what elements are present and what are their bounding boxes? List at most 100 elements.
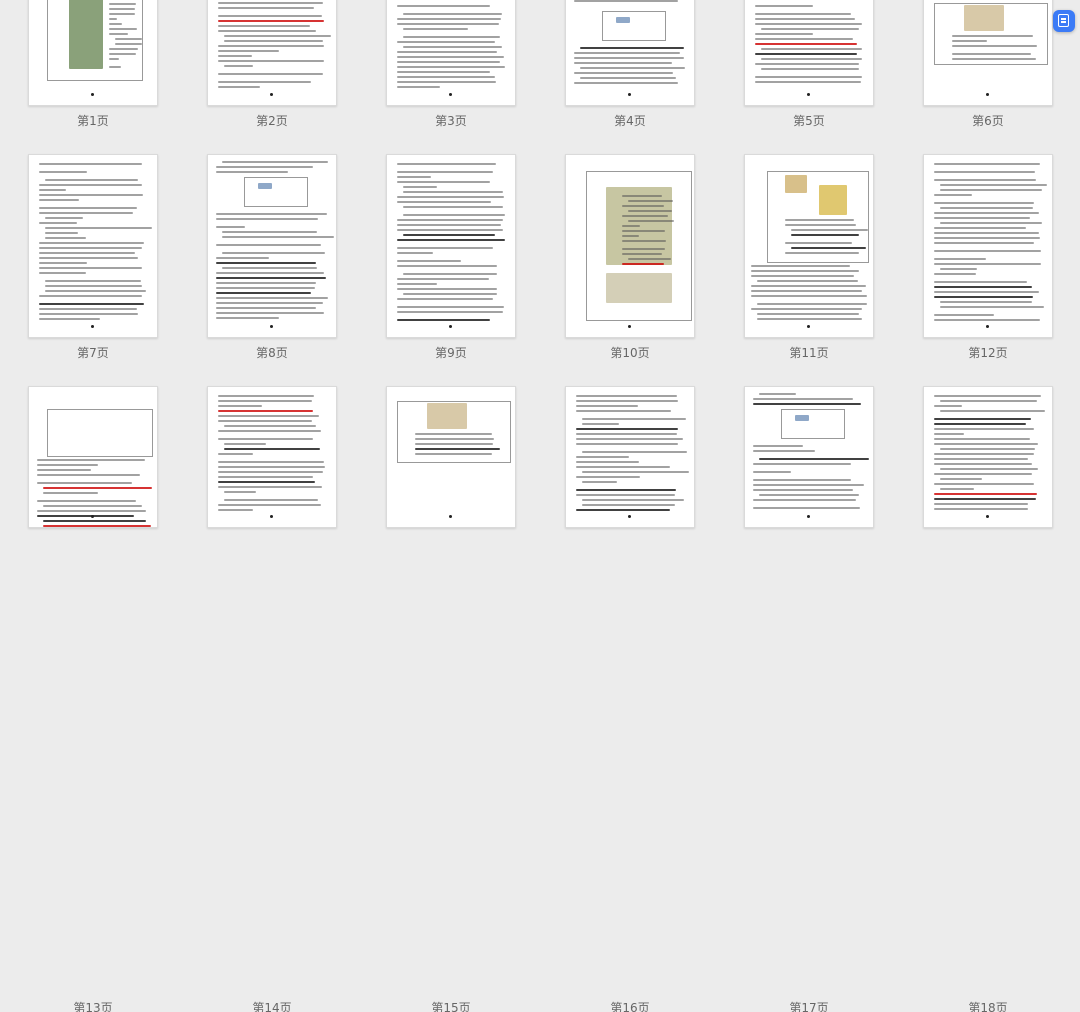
- text-line: [759, 393, 796, 395]
- page-preview[interactable]: [28, 386, 158, 528]
- text-line: [934, 428, 1035, 430]
- text-line: [761, 68, 860, 70]
- text-line: [45, 232, 79, 234]
- text-line: [39, 207, 137, 209]
- page-number-dot: [91, 93, 94, 96]
- text-line: [397, 283, 438, 285]
- text-line: [415, 448, 500, 450]
- text-line: [222, 236, 334, 238]
- page-number-dot: [807, 325, 810, 328]
- floating-tool-button[interactable]: [1053, 10, 1075, 32]
- page-preview[interactable]: [386, 154, 516, 338]
- text-line: [576, 509, 671, 511]
- text-line: [397, 23, 500, 25]
- diagram-arrow: [616, 17, 630, 23]
- page-preview[interactable]: [565, 0, 695, 106]
- text-line: [785, 219, 855, 221]
- page-label: 第8页: [256, 346, 288, 360]
- text-line: [580, 47, 684, 49]
- text-line: [218, 420, 312, 422]
- page-preview[interactable]: [923, 386, 1053, 528]
- text-line: [940, 222, 1042, 224]
- text-line: [753, 445, 803, 447]
- page-preview[interactable]: [207, 386, 337, 528]
- text-line: [216, 226, 245, 228]
- text-line: [397, 288, 498, 290]
- text-line: [576, 400, 679, 402]
- page-label: 第14页: [252, 1001, 292, 1012]
- text-line: [934, 286, 1032, 288]
- text-line: [622, 215, 668, 217]
- text-line: [45, 227, 153, 229]
- page-preview[interactable]: [923, 0, 1053, 106]
- text-line: [37, 515, 134, 517]
- text-line: [952, 35, 1034, 37]
- text-line: [934, 227, 1027, 229]
- page-preview[interactable]: [28, 154, 158, 338]
- text-line: [37, 500, 137, 502]
- text-line: [791, 234, 860, 236]
- page-preview[interactable]: [923, 154, 1053, 338]
- text-line: [574, 72, 674, 74]
- text-line: [940, 207, 1033, 209]
- text-line: [576, 395, 677, 397]
- page-preview[interactable]: [207, 0, 337, 106]
- page-preview[interactable]: [565, 386, 695, 528]
- text-line: [218, 86, 261, 88]
- text-line: [934, 418, 1032, 420]
- text-line: [576, 461, 639, 463]
- text-line: [218, 15, 323, 17]
- text-line: [115, 43, 143, 45]
- text-line: [934, 237, 1041, 239]
- text-line: [952, 45, 1037, 47]
- page-label: 第10页: [610, 346, 650, 360]
- text-line: [934, 217, 1030, 219]
- text-line: [934, 202, 1034, 204]
- text-line: [934, 212, 1040, 214]
- text-line: [216, 287, 316, 289]
- text-line: [576, 410, 671, 412]
- text-line: [109, 18, 118, 20]
- text-line: [222, 231, 318, 233]
- text-line: [415, 433, 492, 435]
- text-line: [753, 398, 853, 400]
- page-preview[interactable]: [386, 386, 516, 528]
- page-label: 第1页: [77, 114, 109, 128]
- text-line: [222, 161, 328, 163]
- text-line: [934, 171, 1035, 173]
- text-line: [628, 220, 674, 222]
- text-line: [109, 3, 137, 5]
- text-line: [216, 317, 280, 319]
- text-line: [940, 189, 1042, 191]
- page-preview[interactable]: [744, 0, 874, 106]
- text-line: [934, 281, 1027, 283]
- page-preview[interactable]: [744, 154, 874, 338]
- page-preview[interactable]: [207, 154, 337, 338]
- page-preview[interactable]: [565, 154, 695, 338]
- page-preview[interactable]: [28, 0, 158, 106]
- text-line: [37, 464, 99, 466]
- text-line: [397, 252, 434, 254]
- page-number-dot: [986, 515, 989, 518]
- text-line: [940, 306, 1045, 308]
- page-number-dot: [270, 515, 273, 518]
- diagram-box: [781, 409, 845, 439]
- text-line: [224, 35, 332, 37]
- text-line: [218, 50, 280, 52]
- text-line: [403, 293, 497, 295]
- text-line: [403, 214, 506, 216]
- page-preview[interactable]: [744, 386, 874, 528]
- text-line: [397, 239, 505, 241]
- text-line: [224, 499, 318, 501]
- page-preview[interactable]: [386, 0, 516, 106]
- text-line: [574, 0, 679, 2]
- text-line: [403, 191, 504, 193]
- text-line: [934, 423, 1026, 425]
- text-line: [397, 163, 496, 165]
- text-line: [582, 423, 619, 425]
- text-line: [218, 7, 314, 9]
- text-line: [753, 463, 852, 465]
- text-line: [934, 194, 973, 196]
- text-line: [628, 210, 672, 212]
- text-line: [785, 242, 852, 244]
